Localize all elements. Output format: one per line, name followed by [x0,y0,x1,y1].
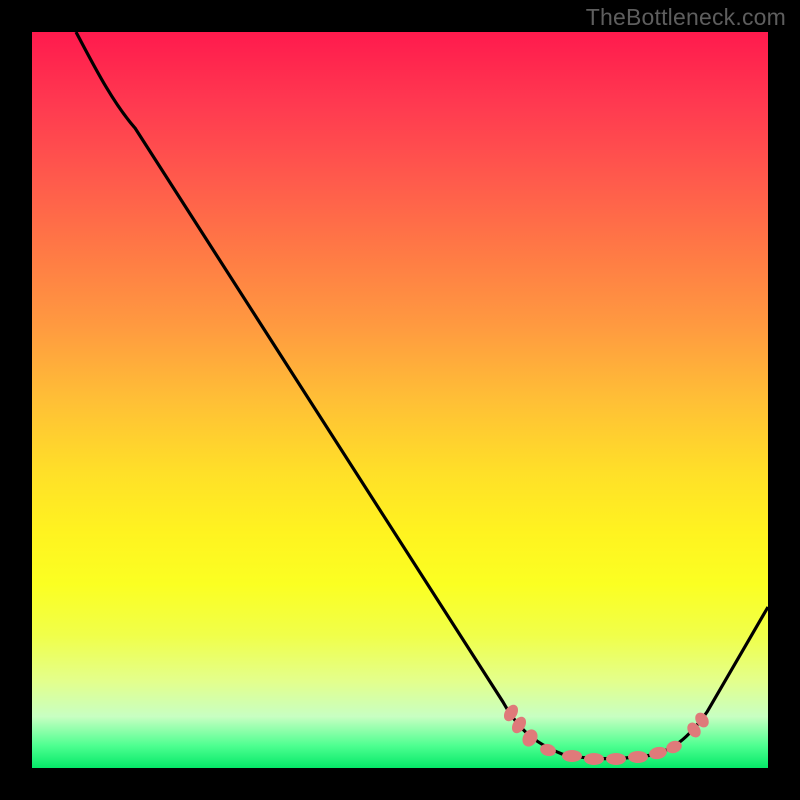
curve-svg [32,32,768,768]
chart-container: TheBottleneck.com [0,0,800,800]
watermark-text: TheBottleneck.com [586,4,786,31]
plot-area [32,32,768,768]
marker-group [501,702,711,765]
bottleneck-curve [76,32,768,759]
